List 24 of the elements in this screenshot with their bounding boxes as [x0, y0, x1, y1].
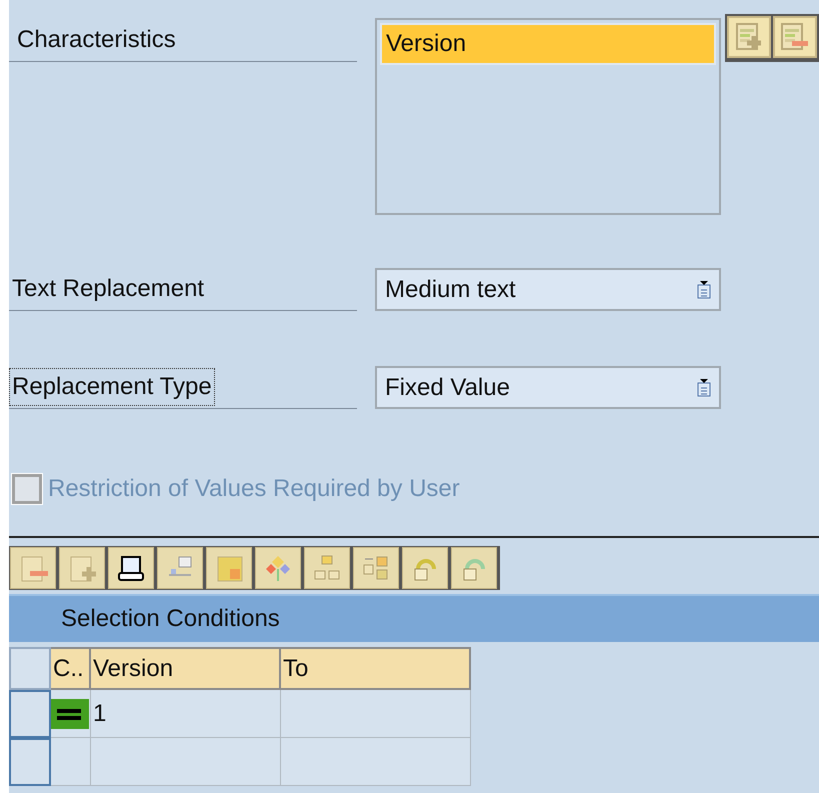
dropdown-field[interactable]: Fixed Value — [375, 366, 721, 409]
value-help-icon — [697, 378, 711, 396]
printer-icon — [116, 553, 146, 583]
field-label: Replacement Type — [9, 368, 215, 406]
section-title: Selection Conditions — [61, 604, 280, 634]
dropdown-field[interactable]: Medium text — [375, 268, 721, 311]
row-selector[interactable] — [9, 738, 51, 786]
column-header[interactable]: Version — [91, 647, 281, 690]
toolbar-button[interactable] — [108, 547, 154, 589]
field-label: Text Replacement — [11, 274, 206, 304]
remove-entry-button[interactable] — [773, 16, 817, 58]
add-entry-button[interactable] — [727, 16, 771, 58]
column-header[interactable]: C.. — [51, 647, 91, 690]
checkbox-label: Restriction of Values Required by User — [48, 474, 460, 504]
value-help-icon — [697, 280, 711, 298]
table-cell: 1 — [91, 690, 281, 738]
document-plus-icon — [734, 22, 764, 52]
row-selector[interactable] — [9, 690, 51, 738]
column-header[interactable]: To — [281, 647, 471, 690]
document-minus-icon — [779, 22, 809, 52]
row-selector[interactable] — [9, 647, 51, 690]
equals-icon[interactable] — [51, 698, 89, 728]
field-label: Characteristics — [17, 24, 176, 54]
list-item[interactable]: Version — [380, 23, 716, 65]
